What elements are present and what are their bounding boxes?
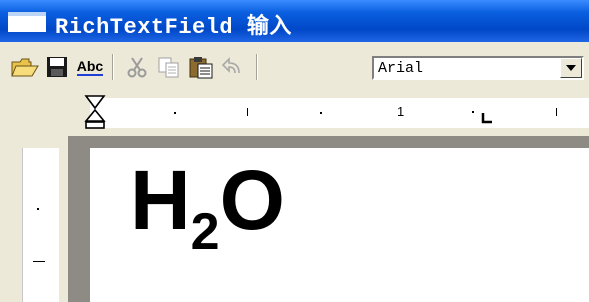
cut-icon[interactable] (122, 54, 152, 80)
ruler-tick (33, 261, 45, 262)
ruler-tick (320, 112, 322, 114)
save-icon[interactable] (44, 54, 70, 80)
undo-icon[interactable] (218, 54, 246, 80)
ruler-number: 1 (397, 104, 405, 119)
toolbar-separator (112, 54, 114, 80)
ruler-tick (472, 111, 474, 113)
dropdown-arrow-button[interactable] (560, 58, 582, 78)
indent-marker-icon[interactable] (84, 94, 106, 130)
formula-letter: H (130, 153, 191, 247)
title-bar: RichTextField 输入 (0, 0, 589, 42)
toolbar: Abc Arial (0, 42, 589, 92)
window-icon[interactable] (8, 12, 46, 32)
ruler-tick (174, 112, 176, 114)
spell-check-label: Abc (76, 58, 104, 76)
document-text[interactable]: H2O (130, 158, 285, 258)
toolbar-separator (256, 54, 258, 80)
window-title: RichTextField 输入 (55, 15, 292, 40)
horizontal-ruler[interactable]: 1 (0, 92, 589, 136)
chevron-down-icon (566, 65, 576, 71)
font-family-select[interactable]: Arial (372, 56, 584, 80)
ruler-tick (556, 108, 557, 116)
open-folder-icon[interactable] (10, 54, 40, 80)
formula-subscript: 2 (190, 203, 220, 261)
tab-stop-icon[interactable] (481, 112, 493, 124)
spell-check-icon[interactable]: Abc (73, 54, 107, 80)
font-family-value: Arial (378, 60, 424, 77)
ruler-tick (37, 208, 39, 210)
paste-icon[interactable] (186, 54, 216, 80)
ruler-tick (247, 108, 248, 116)
vertical-ruler[interactable] (22, 148, 59, 302)
copy-icon[interactable] (154, 54, 184, 80)
formula-letter: O (219, 153, 285, 247)
ruler-strip (90, 98, 589, 128)
